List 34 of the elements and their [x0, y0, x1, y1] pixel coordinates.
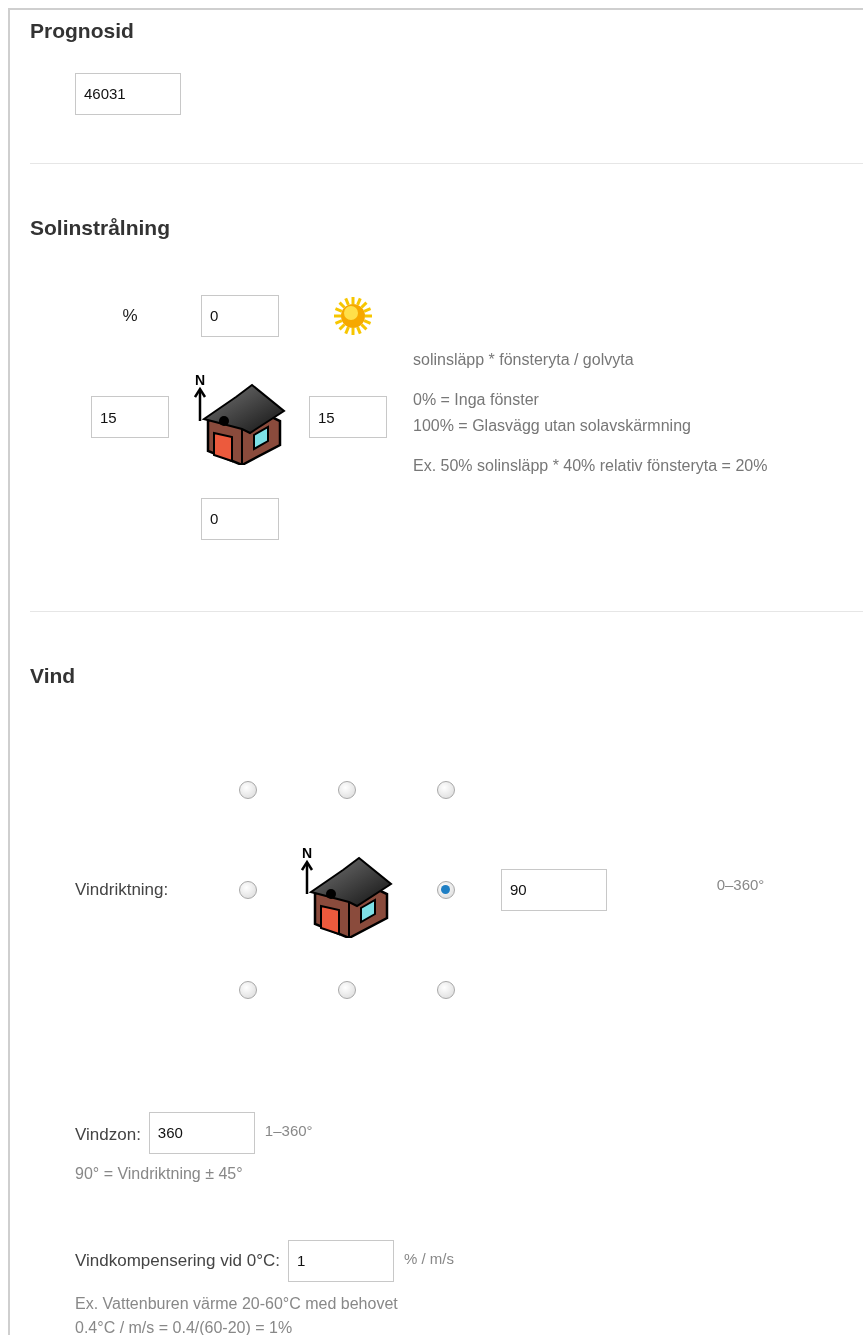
section-heading: Vind — [30, 663, 77, 689]
radio-button[interactable] — [337, 780, 356, 799]
range-hint: 0–360° — [716, 875, 766, 896]
input-field[interactable]: 15 — [91, 396, 169, 438]
section-heading: Solinstrålning — [30, 214, 171, 241]
radio-button[interactable] — [238, 880, 257, 899]
input-field[interactable]: 46031 — [75, 72, 181, 115]
radio-button[interactable] — [238, 980, 257, 999]
input-field[interactable]: 360 — [148, 1111, 255, 1154]
note-text: 0% = Inga fönster — [413, 390, 540, 410]
field-label: Vindkompensering vid 0°C: — [75, 1249, 280, 1272]
input-field[interactable]: 0 — [201, 497, 279, 540]
radio-button[interactable] — [238, 780, 257, 799]
input-field[interactable]: 0 — [201, 294, 279, 337]
hint-text: 90° = Vindriktning ± 45° — [75, 1163, 244, 1184]
radio-button[interactable] — [436, 880, 455, 899]
radio-button[interactable] — [436, 780, 455, 799]
radio-button[interactable] — [436, 980, 455, 999]
section-heading: Prognosid — [30, 18, 135, 44]
input-field[interactable]: 90 — [501, 868, 607, 911]
input-field[interactable]: 1 — [287, 1239, 394, 1282]
hint-text: 0.4°C / m/s = 0.4/(60-20) = 1% — [75, 1317, 294, 1335]
note-text: solinsläpp * fönsteryta / golvyta — [413, 350, 635, 370]
unit-label: % — [122, 304, 138, 327]
hint-text: Ex. Vattenburen värme 20-60°C med behovet — [75, 1293, 399, 1314]
range-hint: 1–360° — [264, 1120, 313, 1141]
unit-label: % / m/s — [403, 1248, 454, 1269]
radio-button[interactable] — [337, 980, 356, 999]
note-text: 100% = Glasvägg utan solavskärmning — [413, 416, 692, 436]
note-text: Ex. 50% solinsläpp * 40% relativ fönsteryta = 20% — [413, 456, 768, 476]
field-label: Vindriktning: — [75, 878, 170, 901]
field-label: Vindzon: — [75, 1123, 141, 1146]
sun-icon — [333, 295, 373, 336]
input-field[interactable]: 15 — [309, 396, 387, 438]
